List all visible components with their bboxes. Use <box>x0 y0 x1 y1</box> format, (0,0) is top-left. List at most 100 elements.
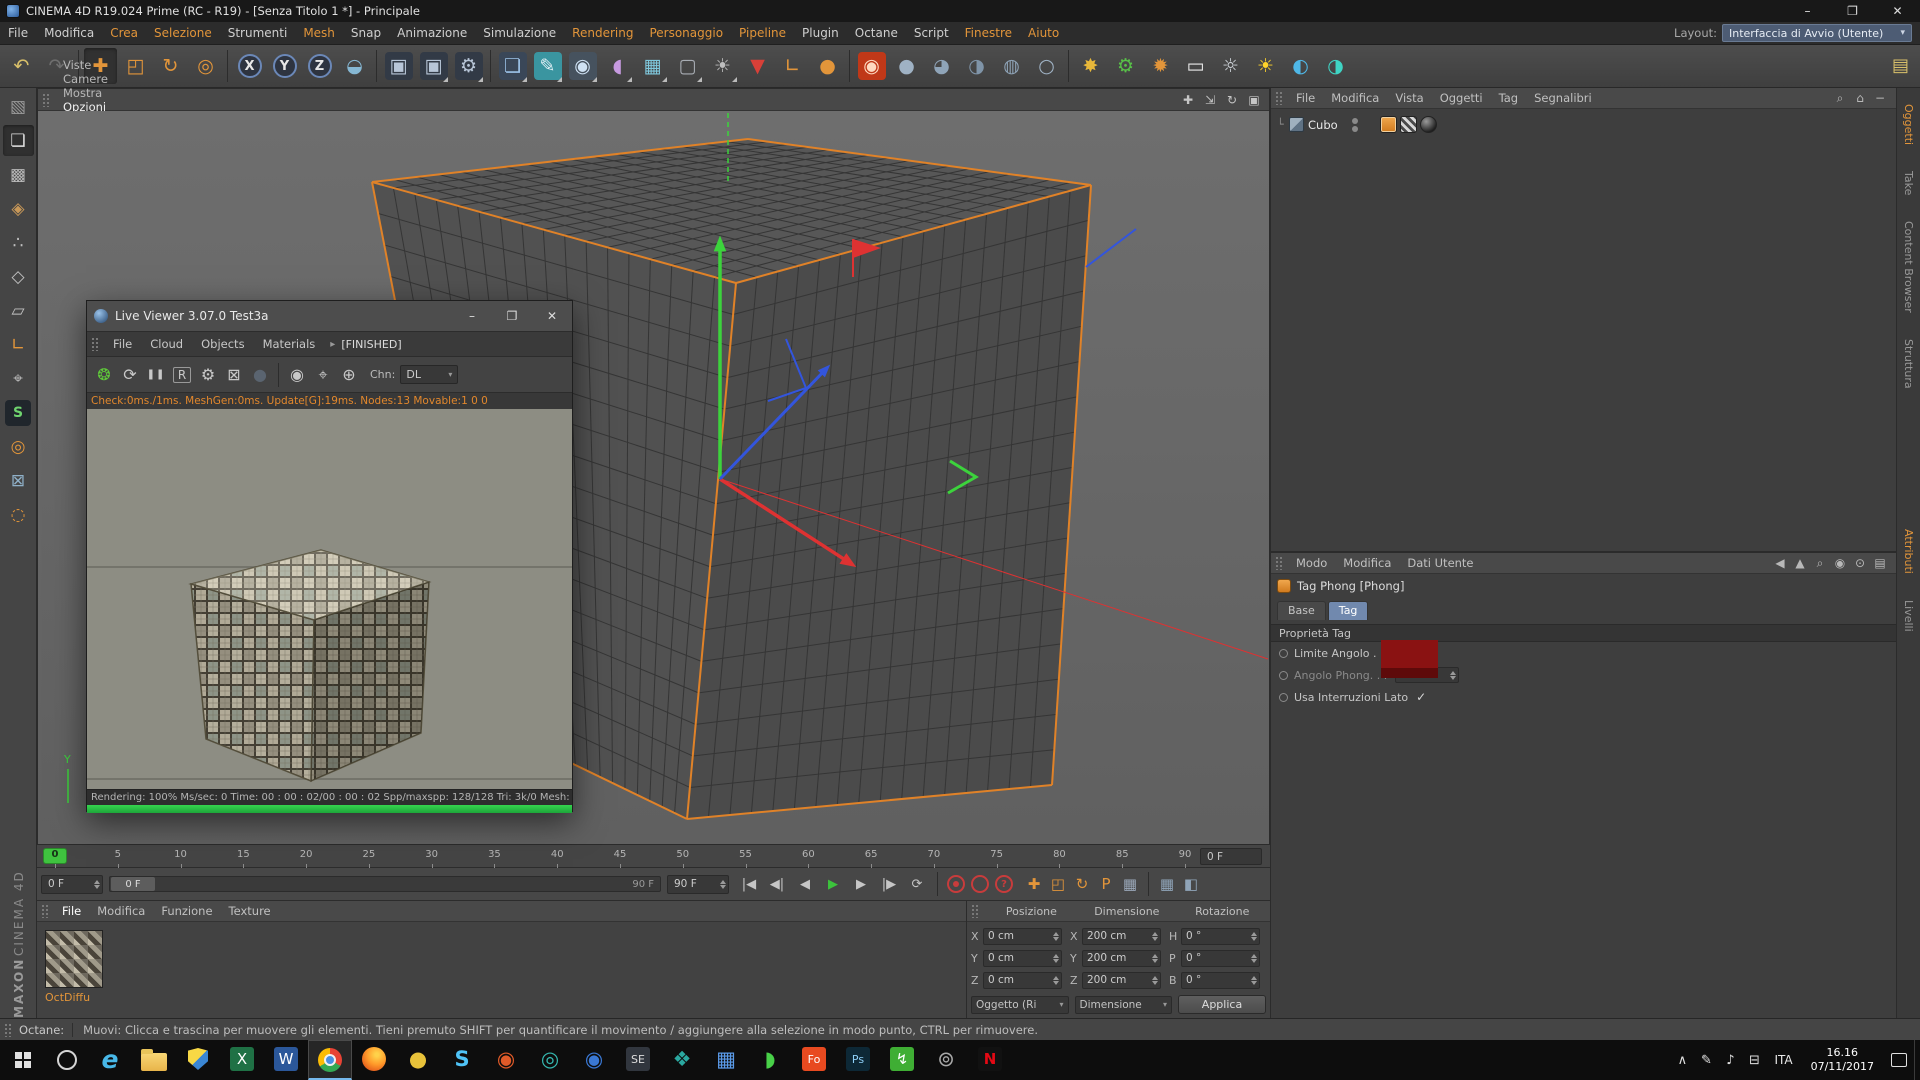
taskbar-edge[interactable]: e <box>88 1040 132 1080</box>
octane-logo-button[interactable]: ❂ <box>91 361 117 389</box>
coords-field-z-2[interactable]: 0 cm <box>983 972 1062 989</box>
octane-render-button[interactable]: ◉ <box>855 48 888 84</box>
menu-modifica[interactable]: Modifica <box>36 22 102 44</box>
coords-field-h-0[interactable]: 0 ° <box>1181 928 1260 945</box>
axis-x-lock-button[interactable]: X <box>233 48 266 84</box>
coords-field-b-2[interactable]: 0 ° <box>1181 972 1260 989</box>
axis-mode-button[interactable]: ∟ <box>3 329 34 360</box>
side-tab-livelli[interactable]: Livelli <box>1902 590 1915 642</box>
taskbar-teal-chat-app[interactable]: ❖ <box>660 1040 704 1080</box>
shading-constant-button[interactable]: ◑ <box>960 48 993 84</box>
material-menu-funzione[interactable]: Funzione <box>153 904 220 918</box>
menu-file[interactable]: File <box>0 22 36 44</box>
taskbar-orange-app[interactable]: ◉ <box>484 1040 528 1080</box>
spinner-arrows[interactable] <box>1050 954 1061 963</box>
record-help-button[interactable]: ? <box>995 875 1013 893</box>
pick-camera-button[interactable]: ⊕ <box>336 361 362 389</box>
pick-focus-button[interactable]: ⌖ <box>310 361 336 389</box>
taskbar-firefox[interactable] <box>352 1040 396 1080</box>
taskbar-teal-ring-app[interactable]: ◎ <box>528 1040 572 1080</box>
prev-key-button[interactable]: ◀| <box>763 872 791 896</box>
mograph-button[interactable]: ✸ <box>1074 48 1107 84</box>
layout-dropdown[interactable]: Interfaccia di Avvio (Utente) ▾ <box>1722 24 1912 42</box>
window-close-button[interactable]: ✕ <box>1875 0 1920 22</box>
side-tab-content-browser[interactable]: Content Browser <box>1902 211 1915 323</box>
spinner-arrows[interactable] <box>1149 932 1160 941</box>
window-minimize-button[interactable]: – <box>1785 0 1830 22</box>
sky-day-button[interactable]: ◐ <box>1284 48 1317 84</box>
spinner-arrows[interactable] <box>1248 976 1259 985</box>
menu-pipeline[interactable]: Pipeline <box>731 22 794 44</box>
render-settings-button[interactable]: ⚙ <box>452 48 485 84</box>
menu-rendering[interactable]: Rendering <box>564 22 641 44</box>
magnet-tool-button[interactable]: ◎ <box>3 431 34 462</box>
am-up-icon[interactable]: ▲ <box>1790 554 1810 572</box>
menu-mesh[interactable]: Mesh <box>295 22 343 44</box>
object-manager-menu-modifica[interactable]: Modifica <box>1323 91 1387 105</box>
am-config-icon[interactable]: ▤ <box>1870 554 1890 572</box>
viewport-toggle-button[interactable]: ▣ <box>1243 91 1265 109</box>
autokey-button[interactable] <box>971 875 989 893</box>
snap-enable-button[interactable]: S <box>3 397 34 428</box>
panel-grip[interactable] <box>41 904 50 918</box>
timeline-mode-button[interactable]: ◧ <box>1179 872 1203 896</box>
render-picture-viewer-button[interactable]: ▣ <box>417 48 450 84</box>
apply-button[interactable]: Applica <box>1178 995 1266 1014</box>
viewport-menu-camere[interactable]: Camere <box>55 72 116 86</box>
current-frame-field[interactable]: 0 F <box>41 875 103 894</box>
attribute-menu-modifica[interactable]: Modifica <box>1335 556 1399 570</box>
start-button[interactable] <box>0 1040 46 1080</box>
add-spline-button[interactable]: ✎ <box>531 48 564 84</box>
timeline-frame-field[interactable]: 0 F <box>1200 848 1262 865</box>
attribute-section-header[interactable]: Proprietà Tag <box>1271 624 1896 642</box>
taskbar-netflix[interactable]: N <box>968 1040 1012 1080</box>
menu-script[interactable]: Script <box>906 22 957 44</box>
om-home-icon[interactable]: ⌂ <box>1850 89 1870 107</box>
workplane-lock-button[interactable]: ⊠ <box>3 465 34 496</box>
live-viewer-menu-file[interactable]: File <box>104 337 141 351</box>
viewport-menu-mostra[interactable]: Mostra <box>55 86 116 100</box>
object-manager-menu-oggetti[interactable]: Oggetti <box>1432 91 1491 105</box>
size-mode-dropdown[interactable]: Dimensione▾ <box>1075 996 1173 1014</box>
taskbar-foxit[interactable]: Fo <box>792 1040 836 1080</box>
taskbar-calculator[interactable]: ▦ <box>704 1040 748 1080</box>
object-mode-dropdown[interactable]: Oggetto (Ri▾ <box>971 996 1069 1014</box>
taskbar-photoshop[interactable]: Ps <box>836 1040 880 1080</box>
ies-light-button[interactable]: ☼ <box>1214 48 1247 84</box>
checkbox-checked-icon[interactable]: ✓ <box>1416 690 1426 704</box>
viewport-pan-button[interactable]: ✚ <box>1177 91 1199 109</box>
next-key-button[interactable]: |▶ <box>875 872 903 896</box>
cube-object-icon[interactable] <box>1289 117 1304 132</box>
timeline-slider-grip[interactable]: 0 F <box>111 877 155 891</box>
am-search-icon[interactable]: ⌕ <box>1810 554 1830 572</box>
prev-frame-button[interactable]: ◀ <box>791 872 819 896</box>
key-rotation-button[interactable]: ↻ <box>1070 872 1094 896</box>
polygons-mode-button[interactable]: ▱ <box>3 295 34 326</box>
loop-mode-button[interactable]: ⟳ <box>903 872 931 896</box>
xpresso-button[interactable]: ⚙ <box>1109 48 1142 84</box>
menu-finestre[interactable]: Finestre <box>957 22 1020 44</box>
menu-strumenti[interactable]: Strumenti <box>220 22 296 44</box>
side-tab-oggetti[interactable]: Oggetti <box>1902 94 1915 155</box>
panel-grip[interactable] <box>971 904 980 918</box>
add-floor-button[interactable]: ▦ <box>636 48 669 84</box>
undo-button[interactable]: ↶ <box>5 48 38 84</box>
timeline-slider[interactable]: 0 F90 F <box>109 876 661 892</box>
orange-ball-button[interactable]: ● <box>811 48 844 84</box>
spinner-arrows[interactable] <box>1050 932 1061 941</box>
attribute-menu-dati-utente[interactable]: Dati Utente <box>1399 556 1481 570</box>
material-menu-file[interactable]: File <box>54 904 89 918</box>
taskbar-clock[interactable]: 16.16 07/11/2017 <box>1801 1046 1884 1075</box>
panel-grip[interactable] <box>42 93 51 107</box>
shading-lines-button[interactable]: ◍ <box>995 48 1028 84</box>
menu-crea[interactable]: Crea <box>102 22 146 44</box>
viewport-solo-button[interactable]: ⌖ <box>3 363 34 394</box>
material-ball-button[interactable]: ● <box>247 361 273 389</box>
taskbar-yellow-app[interactable]: ● <box>396 1040 440 1080</box>
channel-dropdown[interactable]: DL▾ <box>400 365 458 384</box>
object-name[interactable]: Cubo <box>1308 118 1338 132</box>
coords-field-z-2[interactable]: 200 cm <box>1082 972 1161 989</box>
tray-volume-icon[interactable]: ♪ <box>1718 1040 1742 1080</box>
restart-render-button[interactable]: ⟳ <box>117 361 143 389</box>
taskbar-utility-app[interactable]: ⊚ <box>924 1040 968 1080</box>
